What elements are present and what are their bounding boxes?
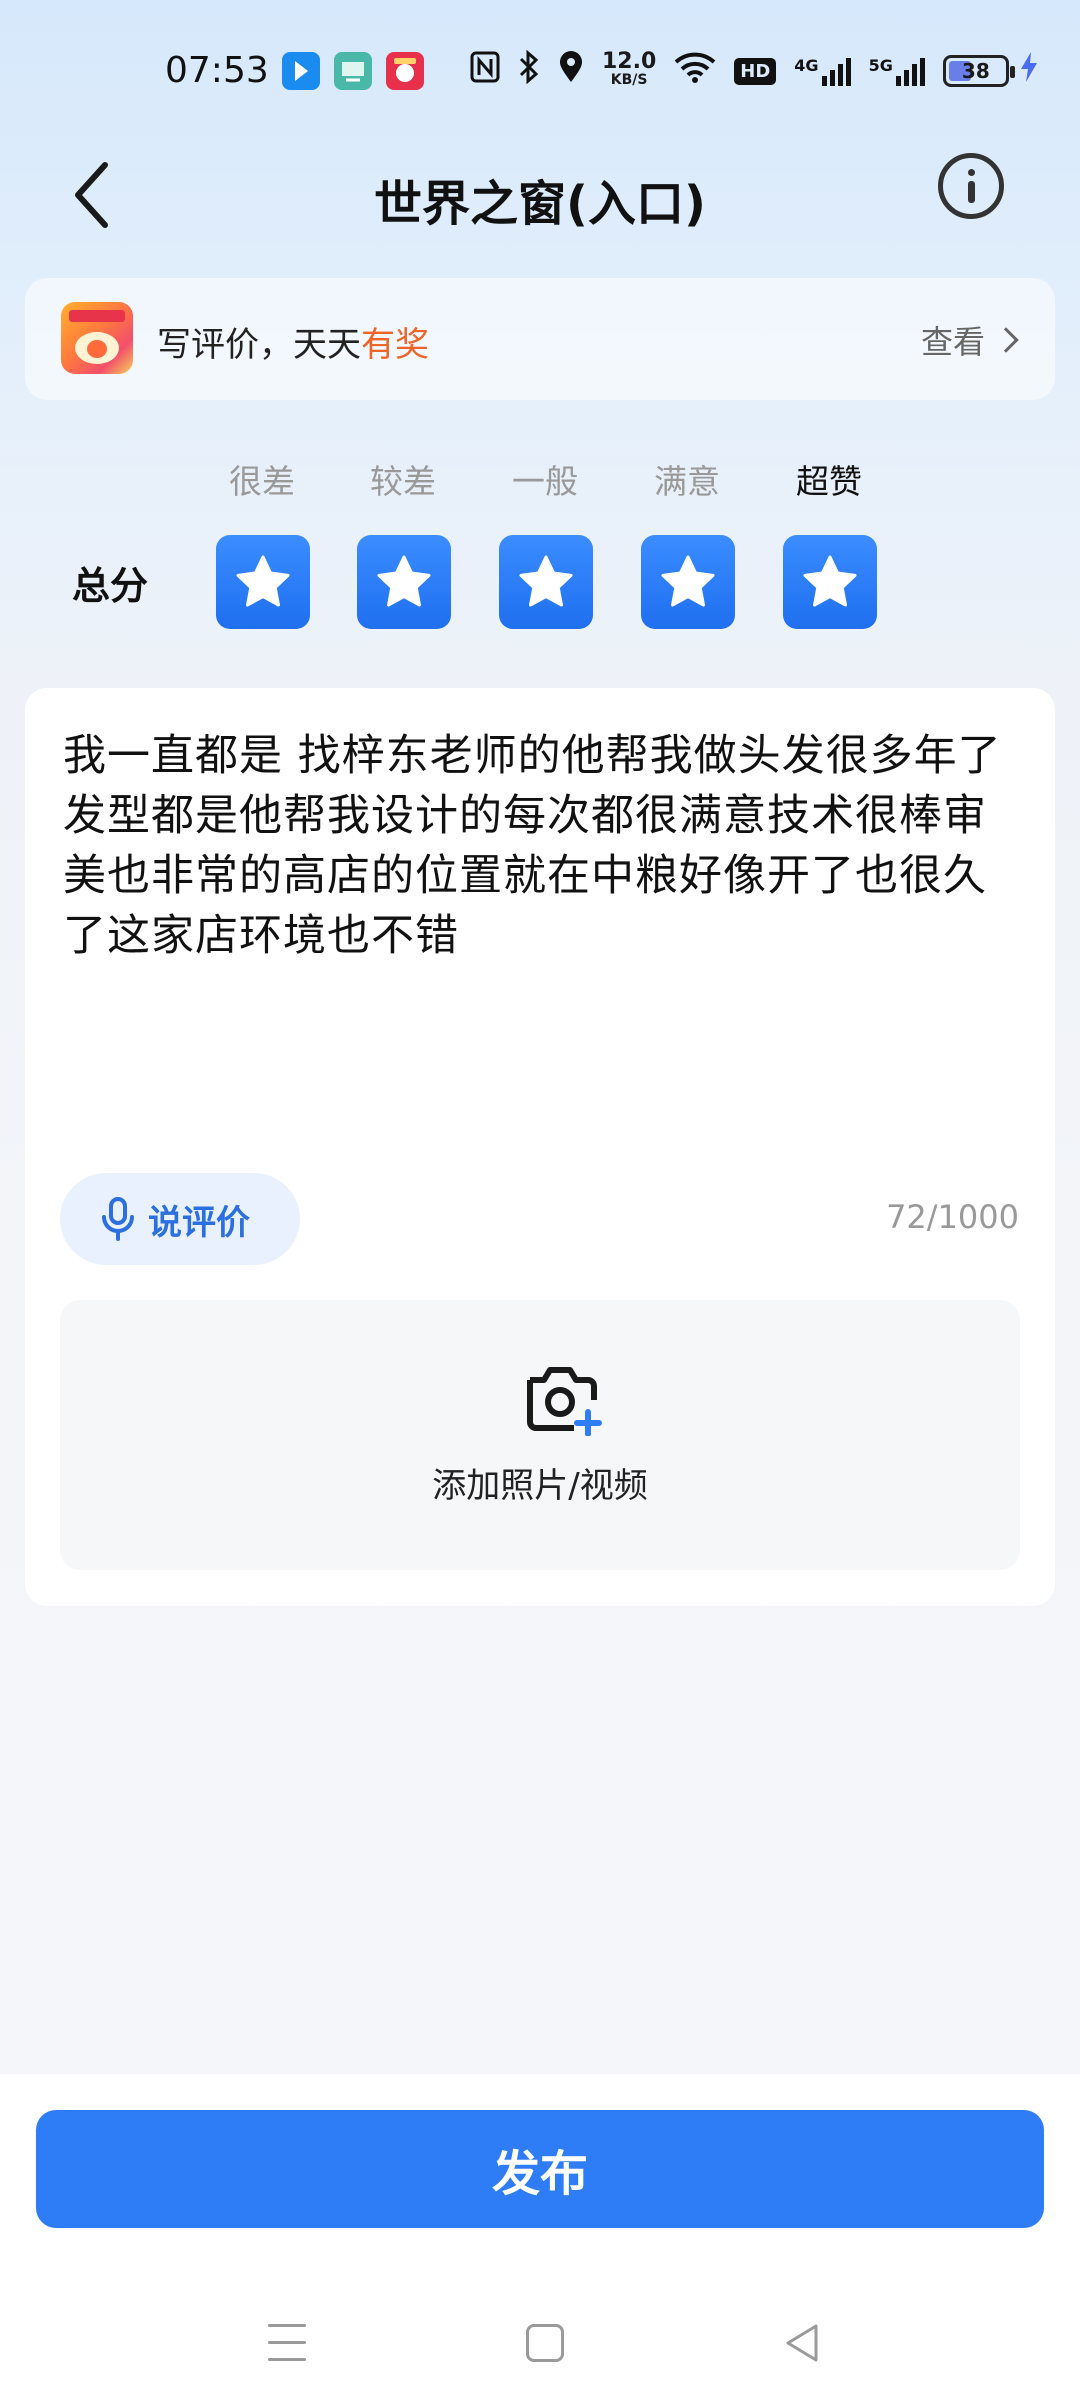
rating-option-label: 超赞 (796, 462, 862, 501)
rating-option-label: 一般 (512, 462, 578, 501)
add-media-button[interactable]: 添加照片/视频 (60, 1300, 1020, 1570)
net-speed: 12.0 KB/S (602, 49, 657, 89)
hd-icon: HD (734, 57, 777, 85)
charging-icon (1019, 51, 1039, 91)
voice-review-button[interactable]: 说评价 (60, 1173, 300, 1265)
voice-review-label: 说评价 (148, 1202, 250, 1243)
info-button[interactable] (938, 153, 1004, 219)
rating-option-label: 很差 (229, 462, 295, 501)
wifi-icon (674, 51, 716, 91)
signal-4g-icon: 4G (794, 56, 851, 86)
promo-highlight: 有奖 (361, 325, 429, 365)
nfc-icon (470, 51, 500, 91)
app-notification-1-icon (282, 52, 320, 90)
add-media-label: 添加照片/视频 (432, 1466, 648, 1506)
rating-option-1[interactable]: 很差 (216, 455, 310, 629)
star-icon[interactable] (783, 535, 877, 629)
rating-option-label: 满意 (654, 462, 720, 501)
review-card: 我一直都是 找梓东老师的他帮我做头发很多年了发型都是他帮我设计的每次都很满意技术… (25, 688, 1055, 1606)
star-icon[interactable] (499, 535, 593, 629)
rating-option-label: 较差 (370, 462, 436, 501)
home-icon[interactable] (526, 2324, 564, 2362)
bottom-bar: 发布 (0, 2074, 1080, 2400)
publish-button[interactable]: 发布 (36, 2110, 1044, 2228)
system-nav-bar (0, 2304, 1080, 2384)
star-icon[interactable] (641, 535, 735, 629)
rating-option-4[interactable]: 满意 (641, 455, 735, 629)
location-icon (558, 50, 584, 92)
status-time: 07:53 (165, 50, 269, 91)
rating-option-3[interactable]: 一般 (499, 455, 593, 629)
rating-option-5[interactable]: 超赞 (783, 455, 877, 629)
battery-icon: 38 (942, 55, 1015, 87)
chevron-right-icon (993, 327, 1019, 353)
rating-option-2[interactable]: 较差 (357, 455, 451, 629)
promo-text: 写评价，天天有奖 (157, 325, 429, 365)
header: 世界之窗(入口) (0, 140, 1080, 250)
microphone-icon (102, 1197, 134, 1241)
signal-5g-icon: 5G (869, 56, 925, 86)
promo-view-link[interactable]: 查看 (921, 317, 1019, 363)
rating-section: 总分 很差 较差 一般 满意 超赞 (0, 455, 1080, 635)
page-title: 世界之窗(入口) (374, 176, 706, 232)
camera-add-icon (527, 1367, 602, 1436)
review-textarea[interactable]: 我一直都是 找梓东老师的他帮我做头发很多年了发型都是他帮我设计的每次都很满意技术… (63, 726, 1023, 1206)
char-count: 72/1000 (886, 1198, 1019, 1236)
back-triangle-icon[interactable] (782, 2322, 822, 2364)
promo-banner[interactable]: 写评价，天天有奖 查看 (25, 278, 1055, 400)
bluetooth-icon (518, 49, 540, 92)
promo-logo (61, 302, 133, 374)
app-notification-2-icon (334, 52, 372, 90)
app-notification-3-icon (386, 52, 424, 90)
rating-label: 总分 (72, 564, 149, 608)
star-icon[interactable] (216, 535, 310, 629)
menu-icon[interactable] (268, 2324, 306, 2364)
star-icon[interactable] (357, 535, 451, 629)
status-bar: 07:53 12.0 KB/S HD 4G 5G 38 (0, 0, 1080, 140)
